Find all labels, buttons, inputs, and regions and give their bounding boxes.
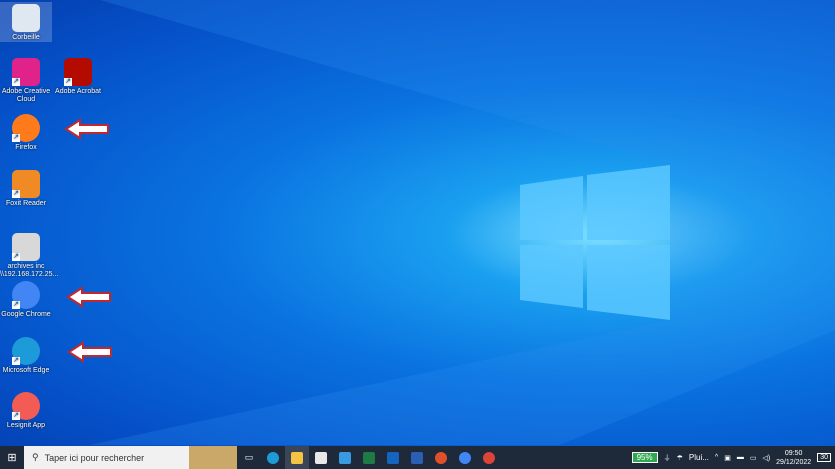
taskbar-outlook[interactable] — [381, 446, 405, 469]
desktop-icon-creative-cloud[interactable]: ↗ Adobe Creative Cloud — [0, 58, 52, 104]
chrome-icon — [483, 451, 495, 464]
mail-icon — [339, 451, 351, 464]
volume-icon[interactable]: ◁) — [762, 454, 770, 462]
weather-text[interactable]: Plui... — [689, 453, 709, 462]
edge-icon: ↗ — [12, 337, 40, 365]
taskbar-word[interactable] — [405, 446, 429, 469]
start-button[interactable]: ⊞ — [0, 446, 24, 469]
desktop-icon-label: Microsoft Edge — [2, 367, 50, 374]
outlook-icon — [387, 451, 399, 464]
desktop-icon-recycle-bin[interactable]: Corbeille — [0, 2, 52, 42]
red-arrow-chrome — [66, 286, 111, 308]
plug-icon: ⏚ — [663, 454, 671, 462]
desktop-icon-label: Adobe Creative Cloud — [1, 88, 51, 103]
shortcut-arrow-icon: ↗ — [12, 253, 20, 261]
desktop-icon-label: Firefox — [15, 144, 37, 151]
chrome-icon: ↗ — [12, 281, 40, 309]
battery-indicator[interactable]: 95% — [631, 452, 658, 463]
taskbar-mail[interactable] — [333, 446, 357, 469]
creative-cloud-icon: ↗ — [12, 58, 40, 86]
search-highlight-icon[interactable] — [189, 446, 237, 469]
wallpaper — [90, 0, 835, 445]
store-icon — [315, 451, 327, 464]
chevron-up-icon[interactable]: ^ — [715, 454, 718, 461]
app-icon — [435, 451, 447, 464]
desktop-icon-lesignit[interactable]: ↗ Lesignit App — [0, 392, 52, 430]
tray-app-icon[interactable]: ▣ — [724, 454, 731, 462]
chrome-icon — [459, 451, 471, 464]
desktop-icon-network-drive[interactable]: ↗ archives inc \\192.168.172.25... — [0, 233, 59, 279]
taskbar-chrome-profile[interactable] — [453, 446, 477, 469]
desktop-icon-acrobat[interactable]: ↗ Adobe Acrobat — [52, 58, 104, 96]
taskbar-edge[interactable] — [261, 446, 285, 469]
taskbar-store[interactable] — [309, 446, 333, 469]
desktop-icon-label: Foxit Reader — [5, 200, 47, 207]
desktop-icon-foxit[interactable]: ↗ Foxit Reader — [0, 170, 52, 208]
task-view-icon: ▭ — [244, 452, 254, 462]
shortcut-arrow-icon: ↗ — [12, 301, 20, 309]
desktop-icon-label: Google Chrome — [1, 311, 51, 318]
acrobat-icon: ↗ — [64, 58, 92, 86]
desktop-icon-firefox[interactable]: ↗ Firefox — [0, 114, 52, 152]
folder-icon — [291, 451, 303, 464]
taskbar-file-explorer[interactable] — [285, 446, 309, 469]
weather-icon[interactable]: ☂ — [677, 454, 683, 462]
notifications-button[interactable]: 30 — [817, 453, 831, 462]
recycle-bin-icon — [12, 4, 40, 32]
taskbar: ⊞ ⚲ Taper ici pour rechercher ▭ 95% ⏚ ☂ P… — [0, 446, 835, 469]
desktop-icon-chrome[interactable]: ↗ Google Chrome — [0, 281, 52, 319]
shortcut-arrow-icon: ↗ — [12, 357, 20, 365]
taskbar-excel[interactable] — [357, 446, 381, 469]
search-icon: ⚲ — [32, 452, 39, 462]
desktop-icon-label: Corbeille — [12, 34, 40, 41]
windows-icon: ⊞ — [7, 452, 17, 464]
network-drive-icon: ↗ — [12, 233, 40, 261]
desktop-icon-label: archives inc \\192.168.172.25... — [0, 263, 59, 278]
shortcut-arrow-icon: ↗ — [64, 78, 72, 86]
foxit-icon: ↗ — [12, 170, 40, 198]
network-icon[interactable]: ▭ — [750, 454, 757, 462]
word-icon — [411, 451, 423, 464]
excel-icon — [363, 451, 375, 464]
battery-icon[interactable]: ▬ — [737, 454, 744, 461]
clock[interactable]: 09:50 29/12/2022 — [776, 449, 811, 467]
shortcut-arrow-icon: ↗ — [12, 134, 20, 142]
desktop-icon-label: Adobe Acrobat — [55, 88, 101, 95]
task-view-button[interactable]: ▭ — [237, 446, 261, 469]
shortcut-arrow-icon: ↗ — [12, 412, 20, 420]
desktop-icon-edge[interactable]: ↗ Microsoft Edge — [0, 337, 52, 375]
taskbar-app-red[interactable] — [429, 446, 453, 469]
edge-icon — [267, 451, 279, 464]
red-arrow-firefox — [64, 118, 109, 140]
taskbar-chrome[interactable] — [477, 446, 501, 469]
shortcut-arrow-icon: ↗ — [12, 190, 20, 198]
red-arrow-edge — [67, 341, 112, 363]
firefox-icon: ↗ — [12, 114, 40, 142]
desktop-icon-label: Lesignit App — [6, 422, 46, 429]
shortcut-arrow-icon: ↗ — [12, 78, 20, 86]
lesignit-icon: ↗ — [12, 392, 40, 420]
search-box[interactable]: ⚲ Taper ici pour rechercher — [24, 446, 189, 469]
